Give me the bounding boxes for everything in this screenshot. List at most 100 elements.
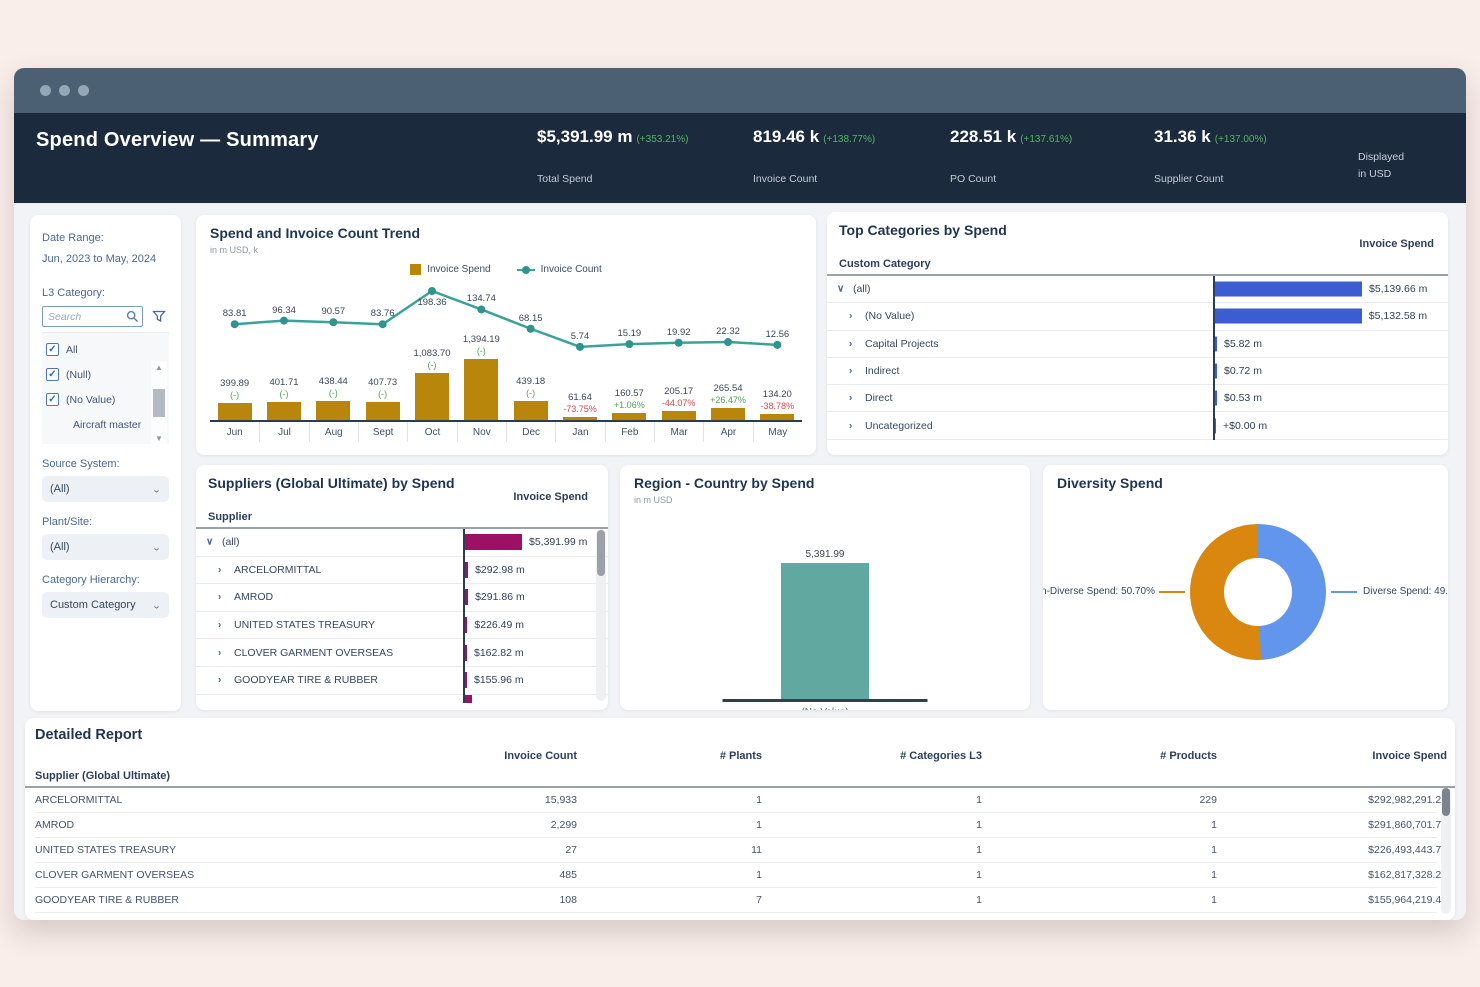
scrollbar-thumb[interactable] xyxy=(597,530,605,576)
line-point[interactable] xyxy=(231,320,239,328)
line-point[interactable] xyxy=(379,320,387,328)
table-row[interactable]: CLOVER GARMENT OVERSEAS485111$162,817,32… xyxy=(35,863,1437,888)
line-point[interactable] xyxy=(625,340,633,348)
line-point[interactable] xyxy=(527,325,535,333)
expand-chevron-icon[interactable]: › xyxy=(218,675,221,686)
expand-chevron-icon[interactable]: › xyxy=(218,592,221,603)
table-row[interactable]: UNITED STATES TREASURY271111$226,493,443… xyxy=(35,838,1437,863)
cell-supplier: UNITED STATES TREASURY xyxy=(35,844,365,856)
column-header[interactable]: Invoice Count xyxy=(365,750,577,762)
dimension-column-header[interactable]: Supplier xyxy=(208,511,252,523)
chevron-down-icon: ⌄ xyxy=(152,484,161,494)
scroll-down-icon[interactable]: ▼ xyxy=(155,434,163,443)
table-row[interactable]: ARCELORMITTAL15,93311229$292,982,291.25 xyxy=(35,788,1437,813)
line-value-label: 96.34 xyxy=(272,305,296,316)
diversity-panel: Diversity Spend Non-Diverse Spend: 50.70… xyxy=(1043,465,1448,710)
table-row[interactable]: GOODYEAR TIRE & RUBBER108711$155,964,219… xyxy=(35,888,1437,913)
expand-chevron-icon[interactable]: › xyxy=(849,366,852,377)
row-dimension-header[interactable]: Supplier (Global Ultimate) xyxy=(35,770,170,782)
checkbox-checked-icon[interactable]: ✓ xyxy=(46,368,59,381)
region-bar[interactable] xyxy=(781,563,869,699)
filter-funnel-icon[interactable] xyxy=(149,307,169,327)
spend-bar[interactable] xyxy=(465,589,468,605)
cell-value: 485 xyxy=(365,869,577,881)
supplier-row[interactable]: ∨(all)$5,391.99 m xyxy=(196,529,608,557)
expand-chevron-icon[interactable]: › xyxy=(849,311,852,322)
line-point[interactable] xyxy=(576,343,584,351)
plant-site-select[interactable]: (All) ⌄ xyxy=(42,534,169,560)
category-row[interactable]: ›Direct$0.53 m xyxy=(827,385,1448,412)
line-point[interactable] xyxy=(428,287,436,295)
spend-bar[interactable] xyxy=(465,562,468,578)
chart-title: Suppliers (Global Ultimate) by Spend xyxy=(208,475,455,491)
source-system-select[interactable]: (All) ⌄ xyxy=(42,476,169,502)
collapse-chevron-icon[interactable]: ∨ xyxy=(206,537,213,548)
line-value-label: 134.74 xyxy=(467,293,496,304)
spend-bar[interactable] xyxy=(465,617,467,633)
category-row[interactable]: ›Indirect$0.72 m xyxy=(827,358,1448,385)
supplier-row[interactable]: ›ARCELORMITTAL$292.98 m xyxy=(196,557,608,585)
chart-title: Top Categories by Spend xyxy=(839,222,1007,238)
supplier-row[interactable]: ›AMROD$291.86 m xyxy=(196,584,608,612)
trend-x-axis: JunJulAugSeptOctNovDecJanFebMarAprMay xyxy=(210,420,802,442)
spend-bar[interactable] xyxy=(1215,336,1217,351)
table-scrollbar[interactable] xyxy=(1441,788,1451,914)
cell-value: 1 xyxy=(762,869,982,881)
spend-bar[interactable] xyxy=(1215,364,1217,379)
window-control-dot[interactable] xyxy=(59,85,70,96)
category-row[interactable]: ›Capital Projects$5.82 m xyxy=(827,331,1448,358)
column-header[interactable]: Invoice Spend xyxy=(1217,750,1447,762)
supplier-row[interactable]: ›UNITED STATES TREASURY$226.49 m xyxy=(196,612,608,640)
spend-bar[interactable] xyxy=(465,645,467,661)
window-control-dot[interactable] xyxy=(40,85,51,96)
expand-chevron-icon[interactable]: › xyxy=(218,620,221,631)
chart-subtitle: in m USD xyxy=(634,495,1016,505)
spend-bar[interactable] xyxy=(465,672,467,688)
supplier-row[interactable]: ›CLOVER GARMENT OVERSEAS$162.82 m xyxy=(196,639,608,667)
slice-label-non-diverse: Non-Diverse Spend: 50.70% xyxy=(1043,586,1155,597)
expand-chevron-icon[interactable]: › xyxy=(849,393,852,404)
value-column-header[interactable]: Invoice Spend xyxy=(513,491,588,503)
legend-swatch-line xyxy=(517,266,535,274)
line-point[interactable] xyxy=(280,317,288,325)
category-row[interactable]: ∨(all)$5,139.66 m xyxy=(827,276,1448,303)
column-header[interactable]: # Categories L3 xyxy=(762,750,982,762)
expand-chevron-icon[interactable]: › xyxy=(849,338,852,349)
checkbox-checked-icon[interactable]: ✓ xyxy=(46,343,59,356)
scroll-up-icon[interactable]: ▲ xyxy=(155,363,163,372)
expand-chevron-icon[interactable]: › xyxy=(218,564,221,575)
line-point[interactable] xyxy=(675,339,683,347)
spend-bar[interactable] xyxy=(1215,391,1217,406)
table-row[interactable]: AMROD2,299111$291,860,701.78 xyxy=(35,813,1437,838)
category-row[interactable]: ›Uncategorized+$0.00 m xyxy=(827,412,1448,439)
line-value-label: 90.57 xyxy=(321,306,345,317)
cell-value: 1 xyxy=(577,794,762,806)
expand-chevron-icon[interactable]: › xyxy=(849,420,852,431)
value-column-header[interactable]: Invoice Spend xyxy=(1359,238,1434,250)
column-header[interactable]: # Products xyxy=(982,750,1217,762)
list-scrollbar[interactable]: ▲ ▼ xyxy=(151,361,167,444)
collapse-chevron-icon[interactable]: ∨ xyxy=(837,284,844,295)
expand-chevron-icon[interactable]: › xyxy=(218,647,221,658)
panel-scrollbar[interactable] xyxy=(596,529,606,701)
line-point[interactable] xyxy=(477,305,485,313)
spend-bar[interactable] xyxy=(1215,309,1362,324)
supplier-row[interactable]: ›GOODYEAR TIRE & RUBBER$155.96 m xyxy=(196,667,608,695)
x-axis-tick-label: Apr xyxy=(703,422,752,442)
l3-item-all[interactable]: ✓ All xyxy=(46,337,169,362)
line-point[interactable] xyxy=(773,341,781,349)
spend-bar[interactable] xyxy=(1215,282,1362,297)
scrollbar-thumb[interactable] xyxy=(1442,788,1450,816)
cell-value: $291,860,701.78 xyxy=(1217,819,1447,831)
category-hierarchy-select[interactable]: Custom Category ⌄ xyxy=(42,592,169,618)
spend-bar[interactable] xyxy=(1215,418,1216,433)
line-point[interactable] xyxy=(329,318,337,326)
dimension-column-header[interactable]: Custom Category xyxy=(839,258,931,270)
column-header[interactable]: # Plants xyxy=(577,750,762,762)
category-row[interactable]: ›(No Value)$5,132.58 m xyxy=(827,303,1448,330)
spend-bar[interactable] xyxy=(465,534,522,550)
window-control-dot[interactable] xyxy=(78,85,89,96)
line-point[interactable] xyxy=(724,338,732,346)
scrollbar-thumb[interactable] xyxy=(153,389,165,417)
checkbox-checked-icon[interactable]: ✓ xyxy=(46,393,59,406)
